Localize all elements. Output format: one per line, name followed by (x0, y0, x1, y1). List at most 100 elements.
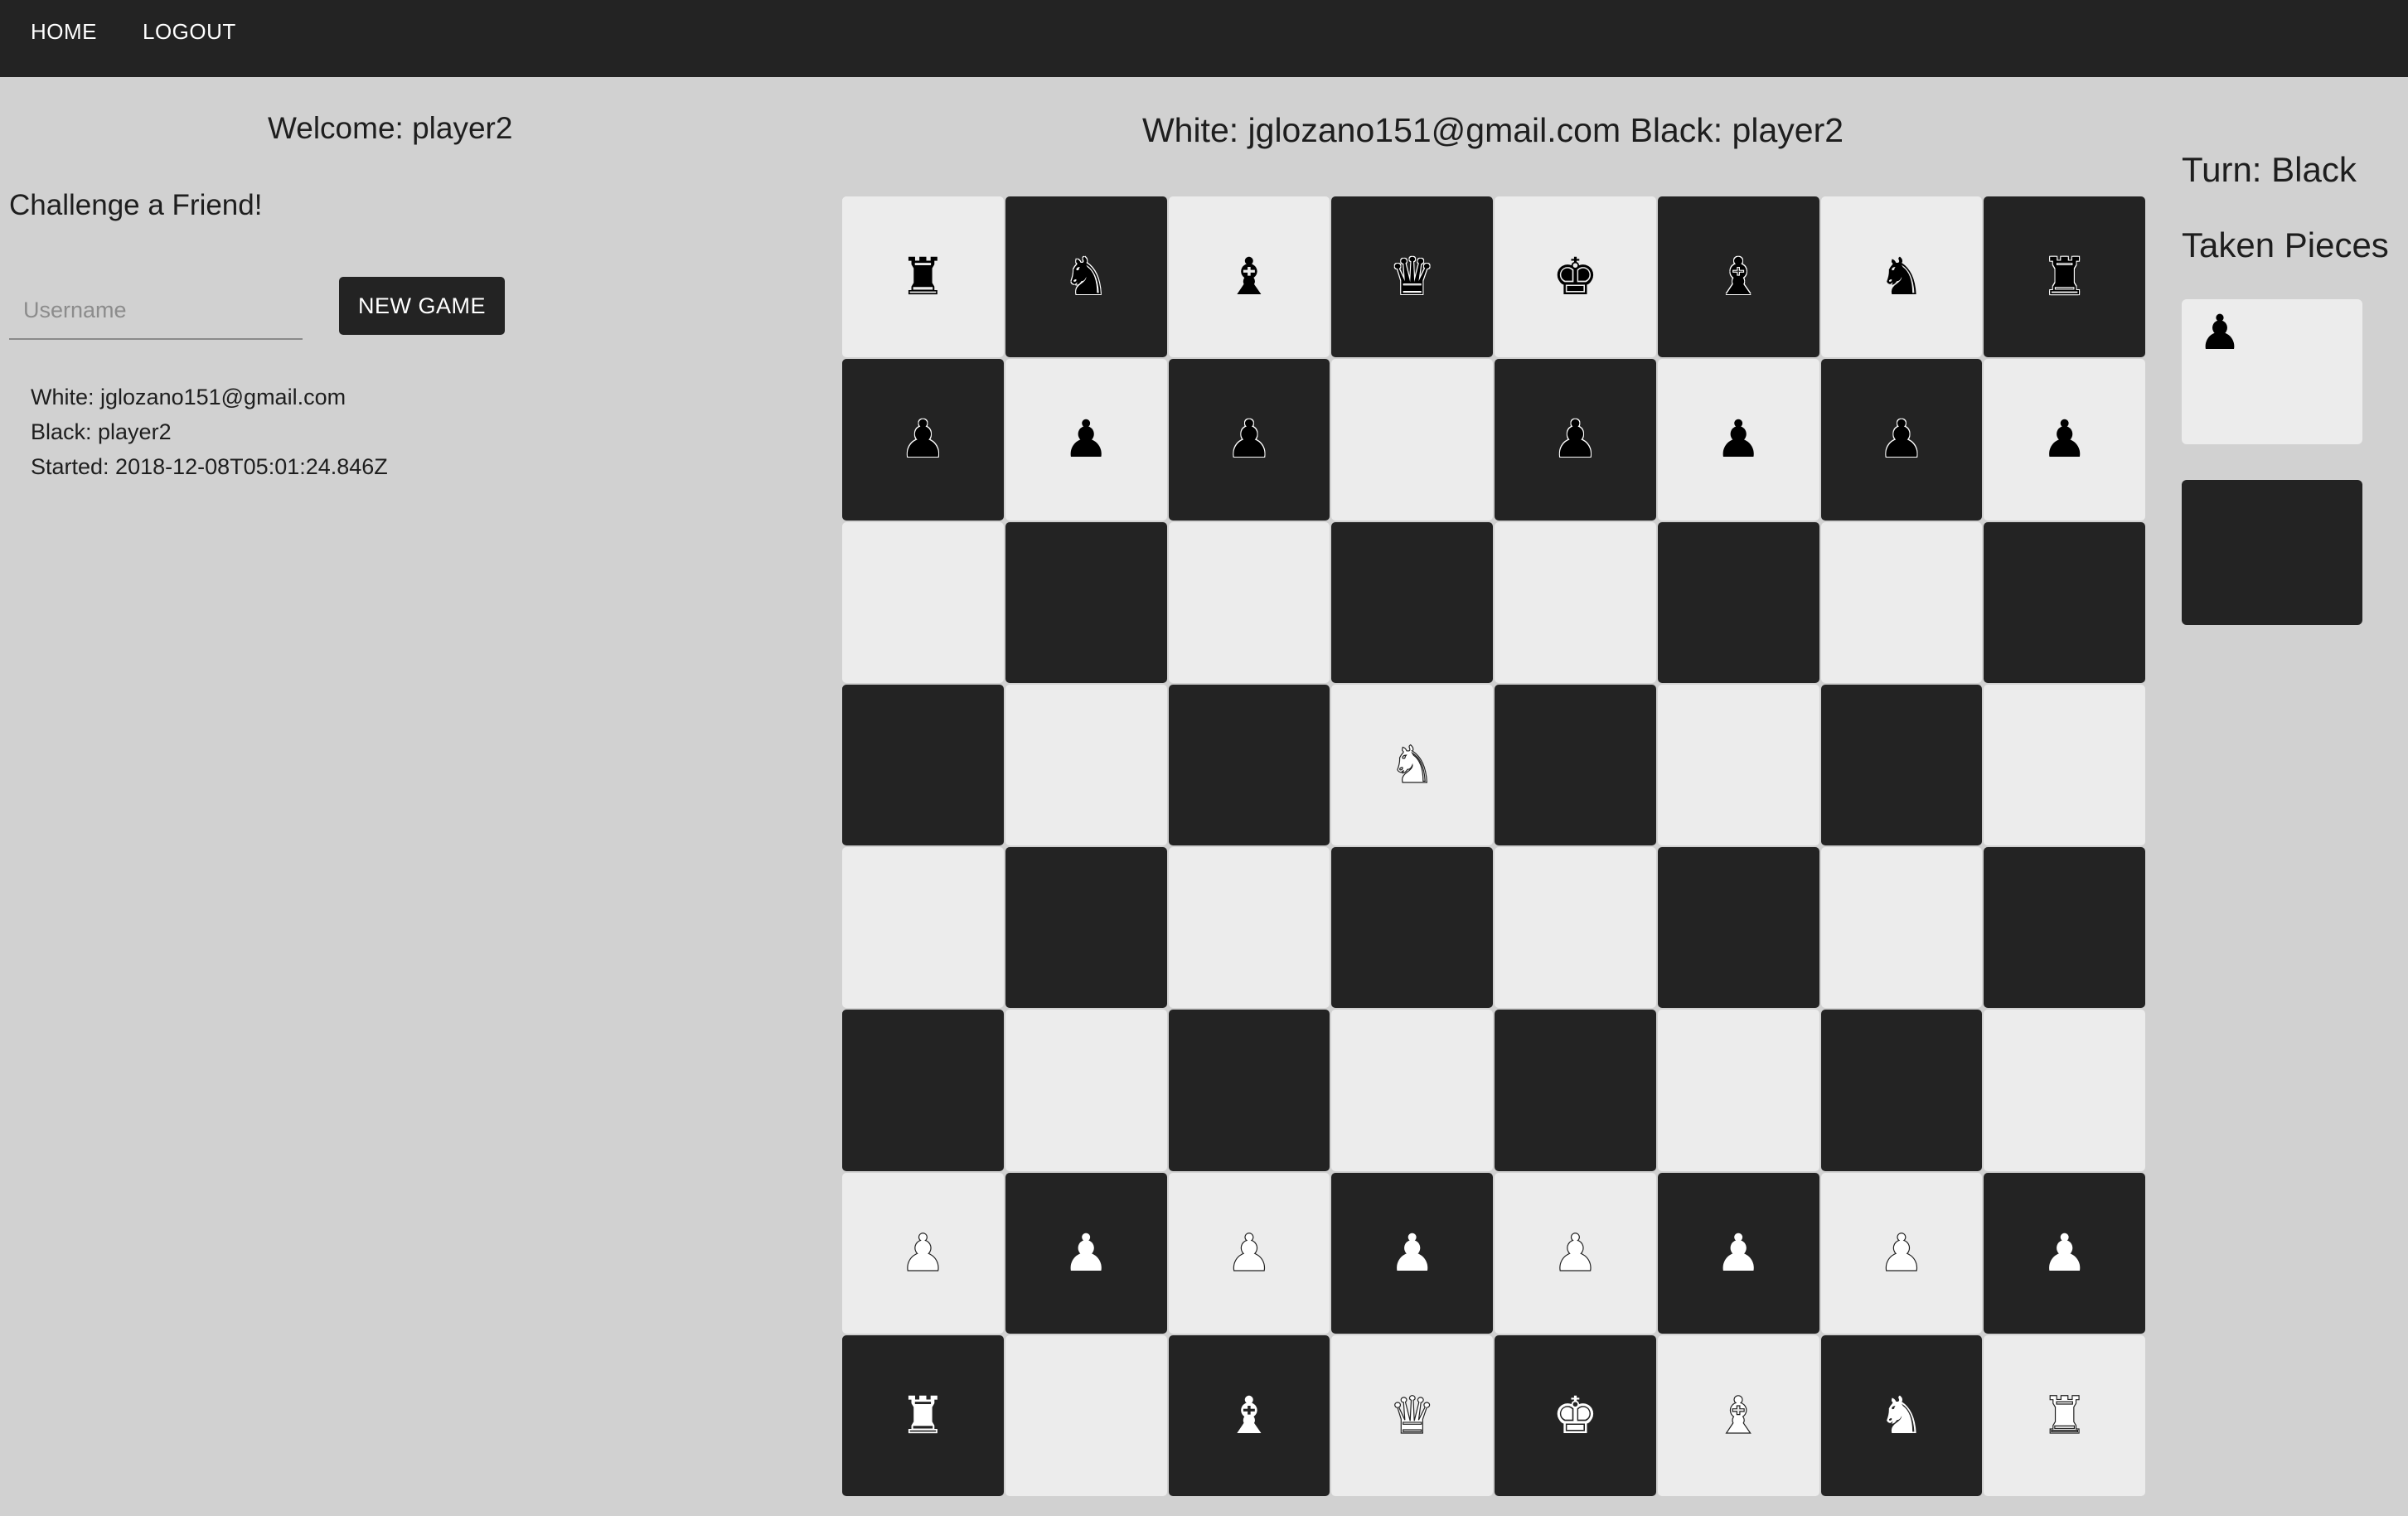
square-f5[interactable] (1657, 684, 1819, 845)
black-pawn-icon[interactable]: ♟ (1063, 414, 1109, 465)
white-knight-icon[interactable]: ♞ (1388, 739, 1436, 791)
white-pawn-icon[interactable]: ♟ (1389, 1227, 1436, 1279)
square-g2[interactable]: ♟ (1820, 1172, 1983, 1334)
square-g4[interactable] (1820, 847, 1983, 1009)
square-e2[interactable]: ♟ (1495, 1172, 1656, 1334)
square-h2[interactable]: ♟ (1984, 1172, 2145, 1334)
square-a3[interactable] (842, 1010, 1004, 1171)
nav-home-link[interactable]: HOME (31, 15, 97, 48)
username-input[interactable] (9, 282, 303, 340)
square-c2[interactable]: ♟ (1168, 1172, 1330, 1334)
square-b4[interactable] (1005, 847, 1167, 1009)
square-h8[interactable]: ♜ (1984, 196, 2145, 358)
square-h5[interactable] (1984, 684, 2145, 845)
square-f2[interactable]: ♟ (1657, 1172, 1819, 1334)
white-pawn-icon[interactable]: ♟ (899, 1227, 947, 1279)
black-rook-icon[interactable]: ♜ (900, 251, 947, 303)
square-a6[interactable] (842, 521, 1004, 683)
square-g7[interactable]: ♟ (1820, 359, 1983, 521)
square-e8[interactable]: ♚ (1495, 196, 1656, 358)
square-c6[interactable] (1168, 521, 1330, 683)
square-c4[interactable] (1168, 847, 1330, 1009)
nav-logout-link[interactable]: LOGOUT (143, 15, 236, 48)
white-pawn-icon[interactable]: ♟ (1063, 1227, 1109, 1279)
black-pawn-icon[interactable]: ♟ (1715, 414, 1761, 465)
square-c5[interactable] (1168, 684, 1330, 845)
black-pawn-icon[interactable]: ♟ (1226, 414, 1272, 465)
black-king-icon[interactable]: ♚ (1553, 251, 1599, 303)
white-queen-icon[interactable]: ♛ (1388, 1389, 1436, 1441)
square-h1[interactable]: ♜ (1984, 1334, 2145, 1496)
game-list-item[interactable]: White: jglozano151@gmail.com Black: play… (31, 380, 388, 484)
white-bishop-icon[interactable]: ♝ (1715, 1389, 1762, 1441)
square-f7[interactable]: ♟ (1657, 359, 1819, 521)
square-g6[interactable] (1820, 521, 1983, 683)
black-bishop-icon[interactable]: ♝ (1226, 251, 1272, 303)
black-pawn-icon[interactable]: ♟ (900, 414, 947, 465)
square-d4[interactable] (1331, 847, 1493, 1009)
white-pawn-icon[interactable]: ♟ (2042, 1227, 2088, 1279)
square-a7[interactable]: ♟ (842, 359, 1004, 521)
square-b2[interactable]: ♟ (1005, 1172, 1167, 1334)
black-bishop-icon[interactable]: ♝ (1715, 251, 1761, 303)
square-h4[interactable] (1984, 847, 2145, 1009)
square-e7[interactable]: ♟ (1495, 359, 1656, 521)
square-f8[interactable]: ♝ (1657, 196, 1819, 358)
square-a2[interactable]: ♟ (842, 1172, 1004, 1334)
white-pawn-icon[interactable]: ♟ (1877, 1227, 1925, 1279)
square-b5[interactable] (1005, 684, 1167, 845)
square-a5[interactable] (842, 684, 1004, 845)
square-g5[interactable] (1820, 684, 1983, 845)
square-e5[interactable] (1495, 684, 1656, 845)
square-d8[interactable]: ♛ (1331, 196, 1493, 358)
square-f4[interactable] (1657, 847, 1819, 1009)
square-b6[interactable] (1005, 521, 1167, 683)
square-h3[interactable] (1984, 1010, 2145, 1171)
square-b7[interactable]: ♟ (1005, 359, 1167, 521)
white-pawn-icon[interactable]: ♟ (1225, 1227, 1272, 1279)
square-g8[interactable]: ♞ (1820, 196, 1983, 358)
square-a8[interactable]: ♜ (842, 196, 1004, 358)
square-d6[interactable] (1331, 521, 1493, 683)
square-a4[interactable] (842, 847, 1004, 1009)
square-f1[interactable]: ♝ (1657, 1334, 1819, 1496)
square-d2[interactable]: ♟ (1331, 1172, 1493, 1334)
square-b1[interactable] (1005, 1334, 1167, 1496)
square-d5[interactable]: ♞ (1331, 684, 1493, 845)
square-c3[interactable] (1168, 1010, 1330, 1171)
square-f3[interactable] (1657, 1010, 1819, 1171)
black-rook-icon[interactable]: ♜ (2042, 251, 2088, 303)
square-d1[interactable]: ♛ (1331, 1334, 1493, 1496)
square-b8[interactable]: ♞ (1005, 196, 1167, 358)
square-h7[interactable]: ♟ (1984, 359, 2145, 521)
square-c1[interactable]: ♝ (1168, 1334, 1330, 1496)
square-c8[interactable]: ♝ (1168, 196, 1330, 358)
square-g3[interactable] (1820, 1010, 1983, 1171)
black-pawn-icon[interactable]: ♟ (1553, 414, 1599, 465)
square-e3[interactable] (1495, 1010, 1656, 1171)
square-a1[interactable]: ♜ (842, 1334, 1004, 1496)
white-pawn-icon[interactable]: ♟ (1552, 1227, 1599, 1279)
black-knight-icon[interactable]: ♞ (1878, 251, 1925, 303)
square-h6[interactable] (1984, 521, 2145, 683)
white-king-icon[interactable]: ♚ (1553, 1389, 1599, 1441)
new-game-button[interactable]: NEW GAME (339, 277, 505, 335)
square-d3[interactable] (1331, 1010, 1493, 1171)
black-pawn-icon[interactable]: ♟ (1878, 414, 1925, 465)
black-pawn-icon[interactable]: ♟ (2042, 414, 2088, 465)
black-knight-icon[interactable]: ♞ (1063, 251, 1109, 303)
square-e4[interactable] (1495, 847, 1656, 1009)
square-c7[interactable]: ♟ (1168, 359, 1330, 521)
square-f6[interactable] (1657, 521, 1819, 683)
white-knight-icon[interactable]: ♞ (1878, 1389, 1925, 1441)
white-rook-icon[interactable]: ♜ (900, 1389, 947, 1441)
square-g1[interactable]: ♞ (1820, 1334, 1983, 1496)
black-queen-icon[interactable]: ♛ (1389, 251, 1436, 303)
white-pawn-icon[interactable]: ♟ (1715, 1227, 1761, 1279)
white-bishop-icon[interactable]: ♝ (1226, 1389, 1272, 1441)
square-e1[interactable]: ♚ (1495, 1334, 1656, 1496)
square-d7[interactable] (1331, 359, 1493, 521)
square-e6[interactable] (1495, 521, 1656, 683)
white-rook-icon[interactable]: ♜ (2041, 1389, 2088, 1441)
square-b3[interactable] (1005, 1010, 1167, 1171)
